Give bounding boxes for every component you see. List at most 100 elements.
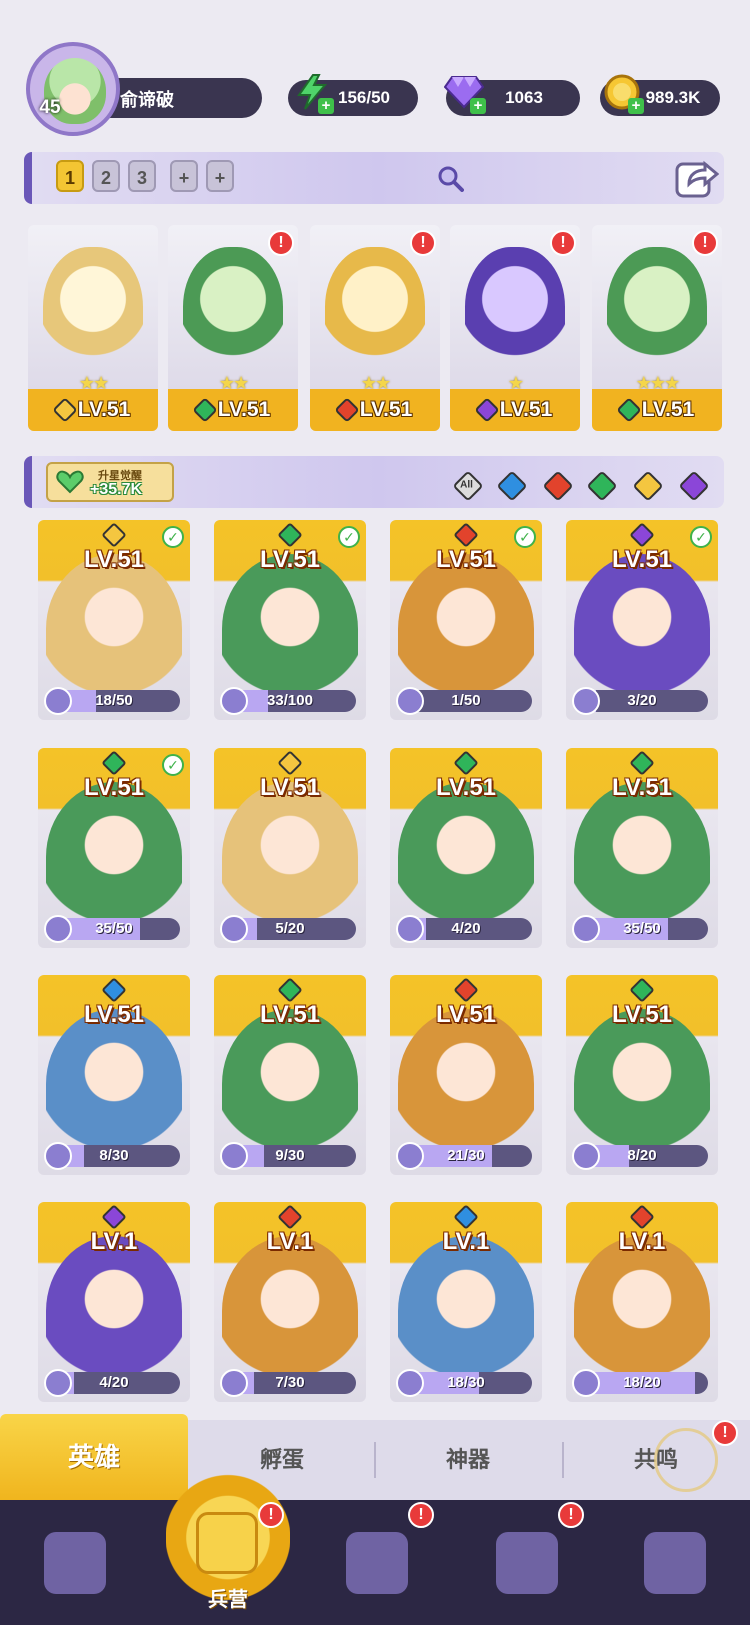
hero-level: LV.51 <box>83 774 145 801</box>
nav-barracks[interactable]: 兵营 <box>166 1470 290 1620</box>
hero-level: LV.51 <box>77 398 131 421</box>
team-tab-2[interactable]: 2 <box>92 160 120 192</box>
team-tab-add-1[interactable]: + <box>170 160 198 192</box>
hero-portrait <box>398 782 534 932</box>
hero-portrait <box>398 554 534 704</box>
hero-level: LV.51 <box>259 1001 321 1028</box>
team-slot-alert-badge: ! <box>268 230 294 256</box>
hero-portrait <box>325 247 425 377</box>
team-slot-1[interactable]: ★★ LV.51 <box>28 225 158 431</box>
shard-icon <box>220 1142 248 1170</box>
hero-level: LV.51 <box>259 546 321 573</box>
tab-artifacts[interactable]: 神器 <box>374 1420 562 1500</box>
filter-light-button[interactable] <box>630 468 666 504</box>
shard-icon <box>396 915 424 943</box>
shard-icon <box>572 1142 600 1170</box>
hero-card[interactable]: LV.51 5/20 <box>214 748 366 948</box>
gem-icon: + <box>444 72 486 114</box>
hero-card[interactable]: LV.51 35/50 <box>566 748 718 948</box>
nav-alert-badge: ! <box>558 1502 584 1528</box>
hero-portrait <box>574 782 710 932</box>
hero-card[interactable]: LV.51 ✓ 1/50 <box>390 520 542 720</box>
hero-portrait <box>46 1009 182 1159</box>
nav-label: 兵营 <box>208 1589 248 1611</box>
gold-coin-icon: + <box>602 72 644 114</box>
team-tab-add-2[interactable]: + <box>206 160 234 192</box>
dark-element-icon <box>629 522 655 548</box>
nav-alert-badge: ! <box>258 1502 284 1528</box>
level-strip: LV.51 <box>450 389 580 431</box>
in-team-check-icon: ✓ <box>338 526 360 548</box>
hero-level: LV.51 <box>435 774 497 801</box>
fire-element-icon <box>453 977 479 1003</box>
hero-card[interactable]: LV.51 ✓ 3/20 <box>566 520 718 720</box>
star-awaken-button[interactable]: 升星觉醒 +35.7K <box>46 462 174 502</box>
dark-element-icon <box>678 470 710 502</box>
nature-element-icon <box>277 977 303 1003</box>
hero-level: LV.1 <box>90 1228 138 1255</box>
filter-fire-button[interactable] <box>540 468 576 504</box>
nature-element-icon <box>629 750 655 776</box>
nature-element-icon <box>629 977 655 1003</box>
hero-card[interactable]: LV.1 18/30 <box>390 1202 542 1402</box>
shard-icon <box>572 1369 600 1397</box>
fire-element-icon <box>333 397 360 423</box>
filter-all-button[interactable]: All <box>450 468 486 504</box>
in-team-check-icon: ✓ <box>514 526 536 548</box>
shard-icon <box>572 687 600 715</box>
team-tab-3[interactable]: 3 <box>128 160 156 192</box>
fire-element-icon <box>629 1204 655 1230</box>
map-icon <box>346 1532 408 1594</box>
water-element-icon <box>101 977 127 1003</box>
gem-value: 1063 <box>505 88 543 107</box>
hero-portrait <box>222 1009 358 1159</box>
shard-icon <box>44 1369 72 1397</box>
fire-element-icon <box>453 522 479 548</box>
shard-icon <box>220 687 248 715</box>
dark-element-icon <box>101 1204 127 1230</box>
hero-level: LV.51 <box>611 774 673 801</box>
cards-icon <box>44 1532 106 1594</box>
add-gem-button[interactable]: + <box>470 98 486 114</box>
nature-element-icon <box>615 397 642 423</box>
nature-element-icon <box>453 750 479 776</box>
filter-all-label: All <box>460 479 473 491</box>
team-tab-1[interactable]: 1 <box>56 160 84 192</box>
hero-level: LV.51 <box>641 398 695 421</box>
hero-card[interactable]: LV.51 8/20 <box>566 975 718 1175</box>
share-icon[interactable] <box>675 156 720 198</box>
add-energy-button[interactable]: + <box>318 98 334 114</box>
hero-level: LV.51 <box>499 398 553 421</box>
hero-level: LV.1 <box>618 1228 666 1255</box>
hero-card[interactable]: LV.51 21/30 <box>390 975 542 1175</box>
hero-card[interactable]: LV.51 ✓ 33/100 <box>214 520 366 720</box>
hero-card[interactable]: LV.51 8/30 <box>38 975 190 1175</box>
filter-dark-button[interactable] <box>676 468 712 504</box>
nav-mushroom-house[interactable] <box>614 1512 734 1612</box>
level-strip: LV.51 <box>592 389 722 431</box>
hero-level: LV.51 <box>83 546 145 573</box>
shard-icon <box>572 915 600 943</box>
search-icon[interactable] <box>436 164 464 192</box>
shard-icon <box>396 687 424 715</box>
shard-icon <box>396 1369 424 1397</box>
water-element-icon <box>453 1204 479 1230</box>
level-strip: LV.51 <box>310 389 440 431</box>
nature-element-icon <box>277 522 303 548</box>
hero-card[interactable]: LV.51 ✓ 18/50 <box>38 520 190 720</box>
hero-card[interactable]: LV.1 4/20 <box>38 1202 190 1402</box>
hero-card[interactable]: LV.51 4/20 <box>390 748 542 948</box>
nav-cards[interactable] <box>14 1512 134 1612</box>
add-gold-button[interactable]: + <box>628 98 644 114</box>
hero-card[interactable]: LV.51 9/30 <box>214 975 366 1175</box>
tab-heroes[interactable]: 英雄 <box>0 1414 188 1500</box>
light-element-icon <box>51 397 78 423</box>
hero-card[interactable]: LV.1 7/30 <box>214 1202 366 1402</box>
hero-card[interactable]: LV.51 ✓ 35/50 <box>38 748 190 948</box>
filter-nature-button[interactable] <box>584 468 620 504</box>
hero-card[interactable]: LV.1 18/20 <box>566 1202 718 1402</box>
nature-element-icon <box>586 470 618 502</box>
hero-portrait <box>607 247 707 377</box>
hero-portrait <box>46 1236 182 1386</box>
filter-water-button[interactable] <box>494 468 530 504</box>
